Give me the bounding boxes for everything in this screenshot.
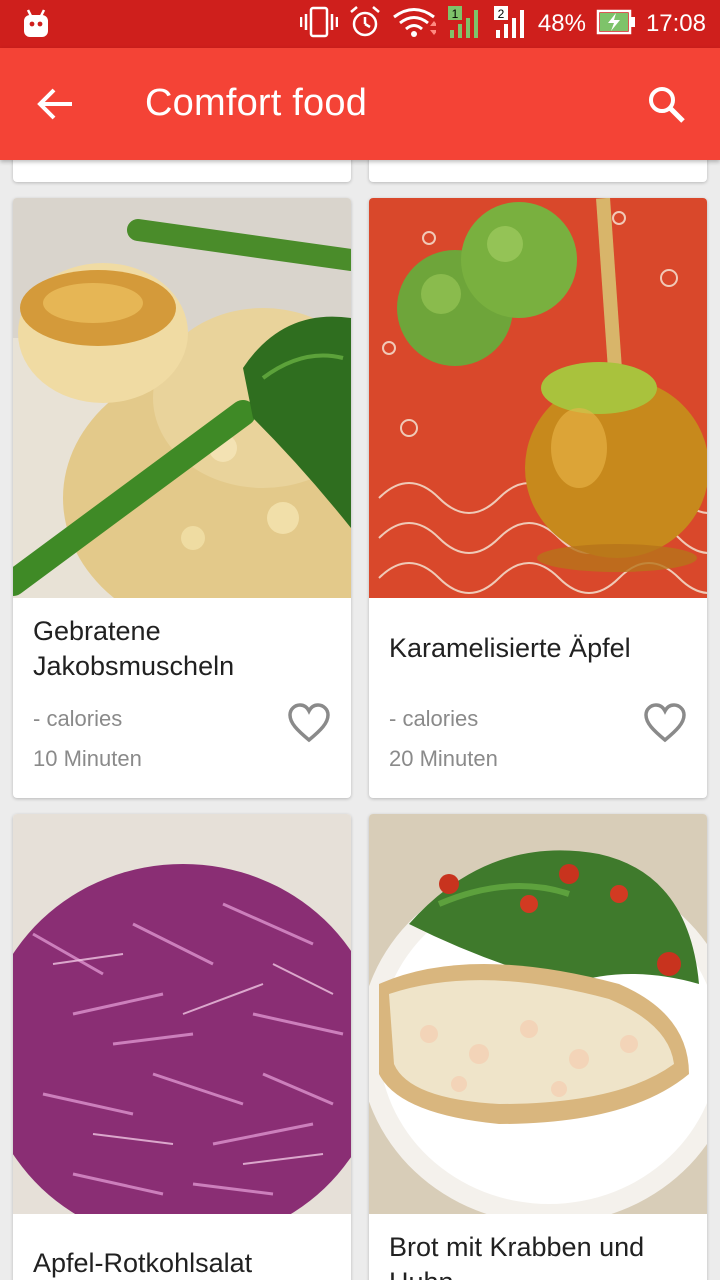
alarm-icon	[348, 5, 382, 44]
clock: 17:08	[645, 10, 706, 37]
recipe-card[interactable]: Karamelisierte Äpfel - calories 20 Minut…	[369, 198, 707, 798]
recipe-card[interactable]: Gebratene Jakobsmuscheln - calories 10 M…	[13, 198, 351, 798]
recipe-image-bread-shrimp-chicken	[369, 814, 707, 1214]
recipe-image-red-cabbage-salad	[13, 814, 351, 1214]
recipe-time: 20 Minuten	[389, 746, 498, 771]
page-title: Comfort food	[145, 82, 368, 124]
battery-charging-icon	[596, 9, 636, 40]
recipe-calories: - calories	[33, 706, 123, 731]
recipe-time: 10 Minuten	[33, 746, 142, 771]
app-bar: Comfort food	[0, 48, 720, 160]
recipe-image-scallops	[13, 198, 351, 598]
vibrate-icon	[299, 6, 339, 43]
recipe-card[interactable]: Apfel-Rotkohlsalat	[13, 814, 351, 1280]
search-icon[interactable]	[646, 84, 686, 124]
arrow-back-icon[interactable]	[34, 82, 78, 126]
wifi-icon	[392, 6, 438, 43]
recipe-image-caramel-apples	[369, 198, 707, 598]
android-icon	[22, 9, 50, 44]
favorite-heart-icon[interactable]	[643, 703, 687, 743]
recipe-name: Brot mit Krabben und Huhn	[389, 1232, 645, 1280]
battery-percent: 48%	[537, 10, 586, 37]
recipe-card[interactable]: Brot mit Krabben und Huhn	[369, 814, 707, 1280]
recipe-name: Gebratene Jakobsmuscheln	[33, 616, 235, 681]
recipe-calories: - calories	[389, 706, 479, 731]
favorite-heart-icon[interactable]	[287, 703, 331, 743]
status-bar: 1 2 48% 17:08	[0, 0, 720, 48]
recipe-name: Karamelisierte Äpfel	[389, 633, 631, 663]
svg-text:2: 2	[498, 7, 505, 21]
signal-sim1-icon: 1	[446, 4, 482, 45]
signal-sim2-icon: 2	[492, 4, 528, 45]
svg-text:1: 1	[452, 7, 459, 21]
recipe-name: Apfel-Rotkohlsalat	[33, 1248, 253, 1278]
